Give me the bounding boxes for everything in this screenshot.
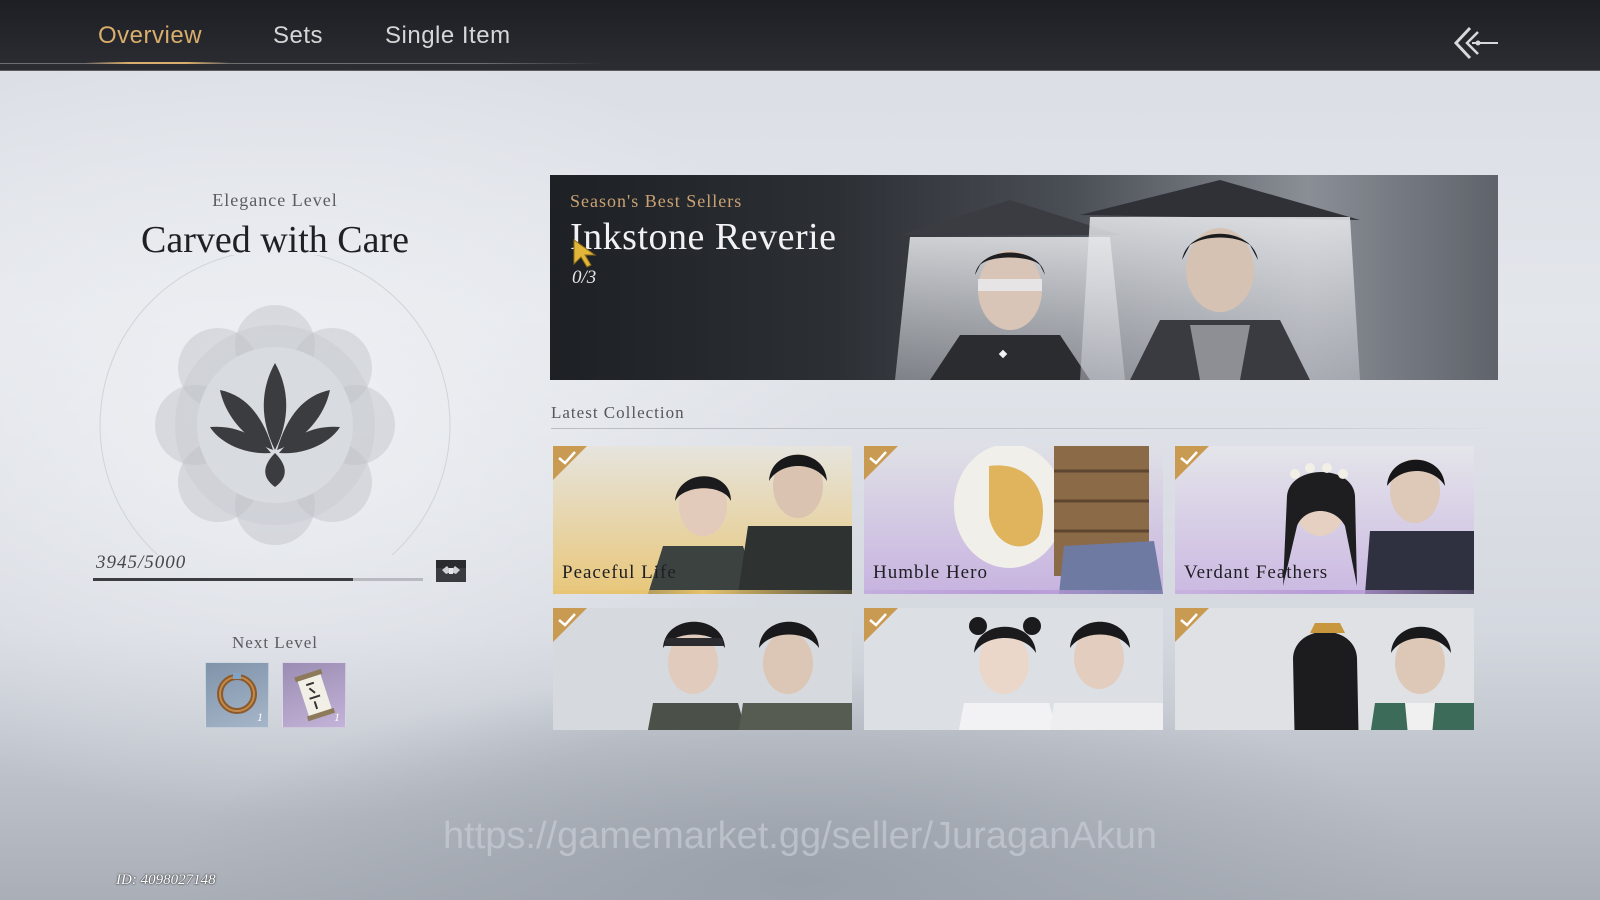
card-accent-bar [864, 590, 1163, 594]
chest-icon[interactable] [434, 556, 468, 584]
elegance-level-label: Elegance Level [212, 190, 338, 210]
card-accent-bar [553, 590, 852, 594]
banner-progress: 0/3 [572, 267, 597, 288]
check-icon [558, 451, 576, 465]
banner-characters-image [895, 180, 1360, 380]
collection-card-peaceful-life[interactable]: Peaceful Life [553, 446, 852, 594]
next-level-label: Next Level [232, 633, 318, 652]
reward-qty: 1 [257, 710, 263, 724]
card-name: Humble Hero [873, 562, 988, 583]
collection-card-verdant-feathers[interactable]: Verdant Feathers [1175, 446, 1474, 594]
collection-card-6[interactable] [1175, 608, 1474, 730]
banner-kicker: Season's Best Sellers [570, 191, 743, 211]
reward-scroll[interactable]: 1 [282, 662, 346, 728]
collection-grid: Peaceful Life Humble Hero Verdant Feathe… [553, 446, 1478, 730]
best-sellers-banner[interactable]: Season's Best Sellers Inkstone Reverie 0… [550, 175, 1498, 380]
check-icon [558, 613, 576, 627]
collection-card-humble-hero[interactable]: Humble Hero [864, 446, 1163, 594]
check-icon [1180, 613, 1198, 627]
active-tab-indicator [85, 62, 230, 64]
elegance-progress-bar [93, 578, 423, 581]
lotus-emblem-icon [99, 255, 451, 555]
card-name: Verdant Feathers [1184, 562, 1329, 583]
collection-card-5[interactable] [864, 608, 1163, 730]
player-id: ID: 4098027148 [116, 872, 216, 888]
check-icon [1180, 451, 1198, 465]
tab-sets[interactable]: Sets [273, 22, 323, 50]
latest-collection-label: Latest Collection [551, 403, 685, 422]
reward-qty: 1 [334, 710, 340, 724]
card-accent-bar [1175, 590, 1474, 594]
card-name: Peaceful Life [562, 562, 677, 583]
collection-card-4[interactable] [553, 608, 852, 730]
elegance-progress-fill [93, 578, 354, 581]
card-art [553, 608, 852, 730]
elegance-progress-text: 3945/5000 [96, 552, 187, 573]
back-icon[interactable] [1448, 24, 1500, 62]
check-icon [869, 613, 887, 627]
reward-bracelet[interactable]: 1 [205, 662, 269, 728]
collection-divider [551, 428, 1506, 429]
tab-single-item[interactable]: Single Item [385, 22, 511, 50]
banner-title: Inkstone Reverie [570, 216, 837, 258]
tab-overview[interactable]: Overview [98, 22, 202, 50]
card-art [1175, 608, 1474, 730]
watermark-text: https://gamemarket.gg/seller/JuraganAkun [443, 815, 1157, 857]
cursor-arrow-icon [573, 239, 597, 268]
card-art [864, 608, 1163, 730]
check-icon [869, 451, 887, 465]
top-bar: Overview Sets Single Item [0, 0, 1600, 71]
